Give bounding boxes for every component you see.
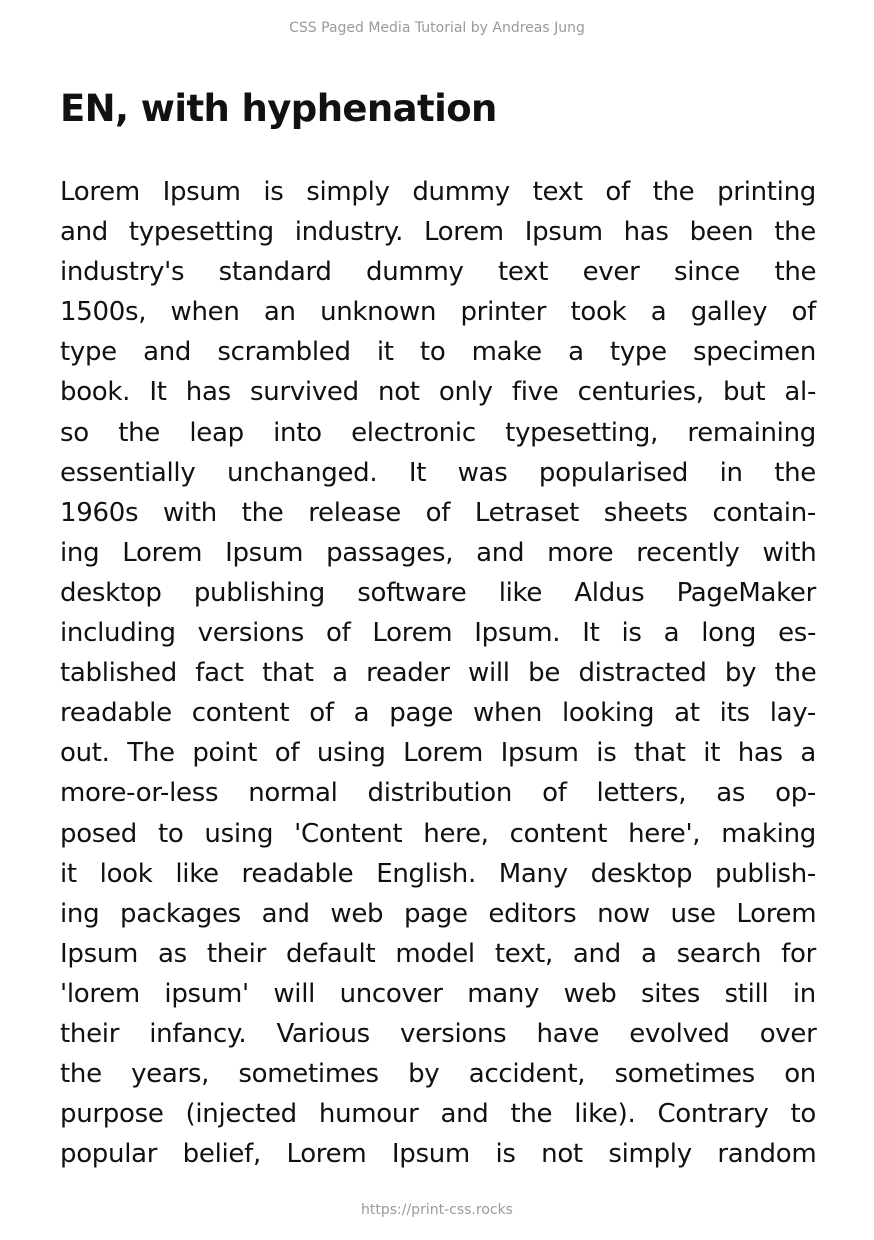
text-line: readable content of a page when looking … (60, 698, 816, 729)
running-header: CSS Paged Media Tutorial by Andreas Jung (289, 20, 585, 36)
text-line: essentially unchanged. It was popularise… (60, 457, 816, 488)
text-line: Ipsum as their default model text, and a… (60, 938, 816, 969)
text-line: more-or-less normal distribution of lett… (60, 778, 816, 809)
text-line: 1500s, when an unknown printer took a ga… (60, 297, 816, 328)
text-line: so the leap into electronic typesetting,… (60, 417, 816, 448)
page-title: EN, with hyphenation (60, 87, 497, 130)
text-line: desktop publishing software like Aldus P… (60, 577, 816, 608)
text-line: purpose (injected humour and the like). … (60, 1099, 816, 1130)
text-line: posed to using 'Content here, content he… (60, 818, 816, 849)
text-line: type and scrambled it to make a type spe… (60, 337, 816, 368)
text-line: including versions of Lorem Ipsum. It is… (60, 618, 817, 649)
text-line: and typesetting industry. Lorem Ipsum ha… (60, 217, 816, 248)
text-line: book. It has survived not only five cent… (60, 377, 817, 408)
text-line: ing packages and web page editors now us… (60, 898, 817, 929)
text-line: the years, sometimes by accident, someti… (60, 1059, 816, 1090)
body-paragraph: Lorem Ipsum is simply dummy text of the … (60, 172, 817, 1174)
text-line: their infancy. Various versions have evo… (60, 1018, 817, 1049)
text-line: Lorem Ipsum is simply dummy text of the … (60, 177, 816, 207)
text-line: out. The point of using Lorem Ipsum is t… (60, 738, 816, 769)
text-line: ing Lorem Ipsum passages, and more recen… (60, 537, 817, 568)
text-line: industry's standard dummy text ever sinc… (60, 257, 817, 288)
running-footer: https://print-css.rocks (361, 1202, 513, 1218)
text-line: 'lorem ipsum' will uncover many web site… (60, 978, 816, 1009)
text-line: tablished fact that a reader will be dis… (60, 658, 817, 689)
text-line: it look like readable English. Many desk… (60, 858, 816, 889)
text-line: 1960s with the release of Letraset sheet… (60, 497, 816, 528)
text-line: popular belief, Lorem Ipsum is not simpl… (60, 1139, 817, 1170)
